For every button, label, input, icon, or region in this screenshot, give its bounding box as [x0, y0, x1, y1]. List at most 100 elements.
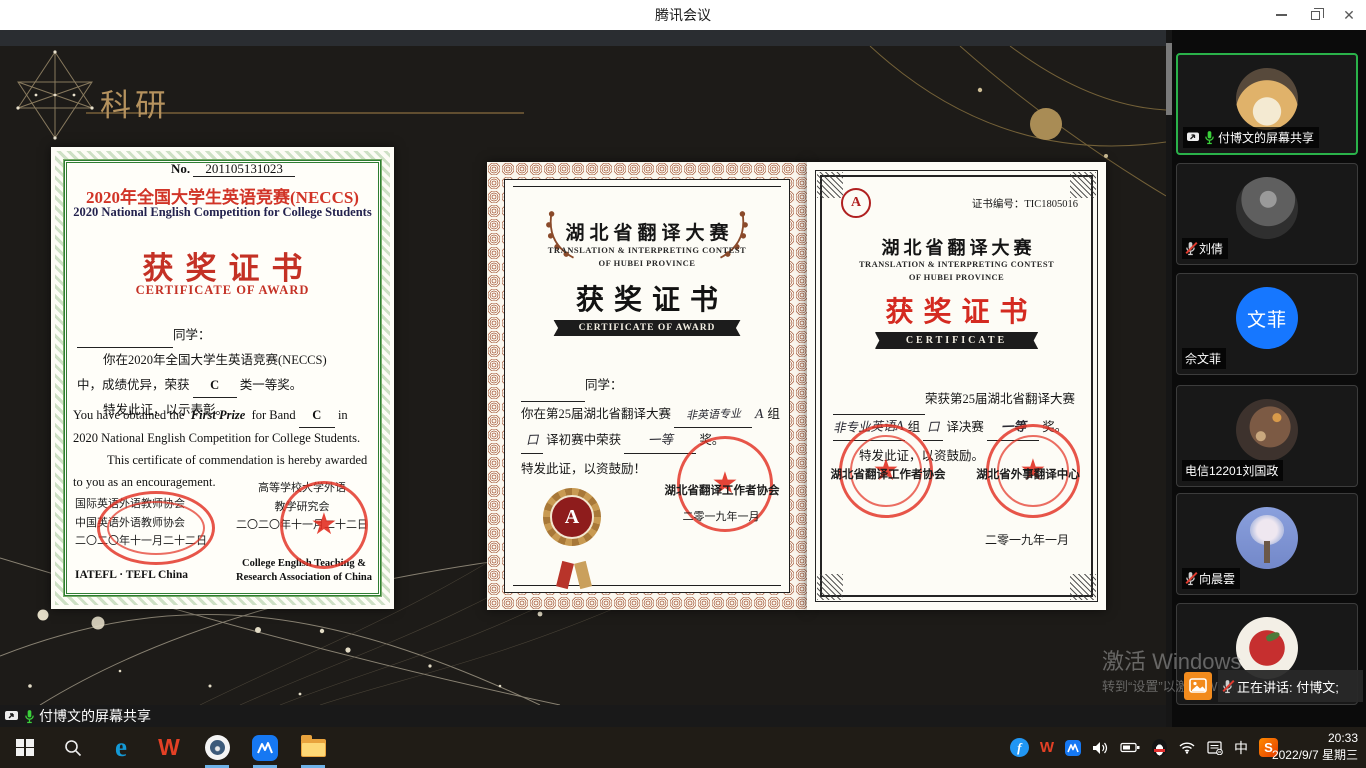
speaking-toast-text: 正在讲话: 付博文;: [1237, 677, 1339, 696]
qq-penguin-icon[interactable]: [1152, 739, 1167, 756]
mic-muted-icon: [1222, 679, 1233, 694]
volume-icon[interactable]: [1092, 741, 1109, 755]
participant-name: 刘倩: [1199, 240, 1223, 257]
close-button[interactable]: ✕: [1332, 0, 1366, 30]
contest-emblem-icon: A: [841, 188, 871, 218]
tray-tencent-meeting-icon[interactable]: [1065, 740, 1081, 756]
mic-muted-icon: [1185, 571, 1196, 586]
screen-share-status-bar: 付博文的屏幕共享: [0, 705, 1166, 727]
wps-icon: W: [158, 734, 180, 761]
screen-share-icon: [4, 709, 20, 723]
system-tray: f W 中 S: [1010, 727, 1278, 768]
cert-title-en: 2020 National English Competition for Co…: [51, 205, 394, 220]
red-seal-star-icon: ★: [280, 481, 368, 569]
window-title: 腾讯会议: [0, 0, 1366, 30]
seal-org-text: 湖北省翻译工作者协会: [647, 482, 797, 498]
participant-label: 刘倩: [1182, 238, 1228, 259]
clock-date: 2022/9/7 星期三: [1272, 747, 1358, 764]
group-handwritten: A: [755, 402, 765, 426]
band-value: C: [193, 373, 237, 398]
screen: 腾讯会议 ✕: [0, 0, 1366, 768]
wifi-icon[interactable]: [1178, 741, 1196, 754]
tray-wps-icon[interactable]: W: [1040, 739, 1054, 756]
minimize-button[interactable]: [1264, 0, 1298, 30]
cert-title-en: TRANSLATION & INTERPRETING CONTEST OF HU…: [487, 244, 807, 270]
search-button[interactable]: [50, 727, 96, 768]
mode-handwritten: 口: [525, 428, 538, 452]
mic-on-icon: [24, 709, 35, 724]
start-button[interactable]: [2, 727, 48, 768]
restore-button[interactable]: [1298, 0, 1332, 30]
file-explorer-icon: [301, 739, 326, 757]
prize-value: First Prize: [191, 408, 246, 422]
cert-title-en: TRANSLATION & INTERPRETING CONTEST OF HU…: [807, 258, 1106, 284]
minimize-icon: [1276, 14, 1287, 16]
participant-tile-liuqian[interactable]: 刘倩: [1176, 163, 1358, 265]
university-logo-icon: [205, 735, 230, 760]
taskbar-university-app-button[interactable]: [194, 727, 240, 768]
participant-label: 电信12201刘国政: [1182, 460, 1283, 481]
cert-banner: CERTIFICATE: [884, 332, 1029, 349]
cert-number-row: 证书编号：TIC1805016: [972, 196, 1078, 211]
action-center-icon[interactable]: [1207, 741, 1223, 755]
participant-tile-liuguozheng[interactable]: 电信12201刘国政: [1176, 385, 1358, 487]
participant-name: 佘文菲: [1185, 350, 1221, 367]
cert-award-heading: 获奖证书: [487, 278, 807, 318]
corner-ornament: [817, 574, 843, 600]
category-handwritten: 非英语专业: [685, 404, 741, 427]
certificate-hubei-final: A 证书编号：TIC1805016 湖北省翻译大赛 TRANSLATION & …: [807, 162, 1106, 610]
cert-award-heading-en: CERTIFICATE OF AWARD: [51, 283, 394, 298]
org-left-en: IATEFL · TEFL China: [75, 569, 188, 581]
taskbar-wps-button[interactable]: W: [146, 727, 192, 768]
slide-section-title: 科研: [100, 80, 170, 125]
participant-tile-shewenfei[interactable]: 文菲 佘文菲: [1176, 273, 1358, 375]
edge-icon: e: [115, 732, 127, 763]
avatar-initials: 文菲: [1236, 287, 1298, 349]
share-paused-icon: [1184, 672, 1212, 700]
seal-org-right-text: 湖北省外事翻译中心: [950, 466, 1106, 482]
meeting-top-strip: [0, 30, 1166, 46]
cert-award-heading: 获奖证书: [51, 243, 394, 288]
shared-screen-slide: 科研 No. 201105131023 2020年全国大学生英语竞赛(NECCS…: [0, 46, 1166, 705]
tencent-meeting-icon: [252, 735, 278, 761]
sidebar-scrollbar[interactable]: [1166, 30, 1172, 727]
avatar-dog: [1236, 68, 1298, 130]
participant-label: 付博文的屏幕共享: [1183, 127, 1319, 148]
taskbar-tencent-meeting-button[interactable]: [242, 727, 288, 768]
award-handwritten: 一等: [647, 428, 673, 453]
medal-rosette-icon: A: [543, 488, 601, 546]
input-method-indicator[interactable]: 中: [1234, 738, 1248, 758]
participant-name: 电信12201刘国政: [1185, 462, 1278, 479]
windows-logo-icon: [16, 739, 34, 757]
close-icon: ✕: [1343, 8, 1355, 22]
avatar-photo: [1236, 399, 1298, 461]
participant-label: 向晨雲: [1182, 568, 1240, 589]
taskbar-clock[interactable]: 20:33 2022/9/7 星期三: [1272, 730, 1358, 764]
seal-date-text: 二零一九年一月: [962, 531, 1092, 548]
participant-tile-xiangchenyun[interactable]: 向晨雲: [1176, 493, 1358, 595]
tray-flash-icon[interactable]: f: [1010, 738, 1029, 757]
restore-icon: [1311, 11, 1320, 20]
participant-tile-fubowen-share[interactable]: 付博文的屏幕共享: [1176, 53, 1358, 155]
search-icon: [63, 738, 83, 758]
battery-icon[interactable]: [1120, 741, 1141, 754]
window-controls: ✕: [1264, 0, 1366, 30]
cert-title-cn: 湖北省翻译大赛: [807, 234, 1106, 260]
participant-name: 向晨雲: [1199, 570, 1235, 587]
cert-number-value: 201105131023: [193, 161, 295, 177]
taskbar-edge-button[interactable]: e: [98, 727, 144, 768]
participant-name: 付博文的屏幕共享: [1218, 129, 1314, 146]
cert-award-heading: 获奖证书: [807, 290, 1106, 330]
cert-number-row: No. 201105131023: [171, 161, 295, 177]
mode-handwritten: 口: [927, 415, 940, 439]
participants-sidebar: 付博文的屏幕共享 刘倩 文菲 佘文菲 电信12201刘国政: [1166, 30, 1366, 727]
speaking-toast: 正在讲话: 付博文;: [1218, 670, 1363, 702]
share-bar-label: 付博文的屏幕共享: [39, 706, 151, 726]
avatar-photo: [1236, 507, 1298, 569]
windows-taskbar: e W f W: [0, 727, 1366, 768]
cert-title-cn: 湖北省翻译大赛: [487, 218, 807, 245]
taskbar-file-explorer-button[interactable]: [290, 727, 336, 768]
seal-org-left-text: 湖北省翻译工作者协会: [813, 466, 963, 482]
scrollbar-thumb[interactable]: [1166, 43, 1172, 115]
screen-share-icon: [1186, 131, 1201, 144]
